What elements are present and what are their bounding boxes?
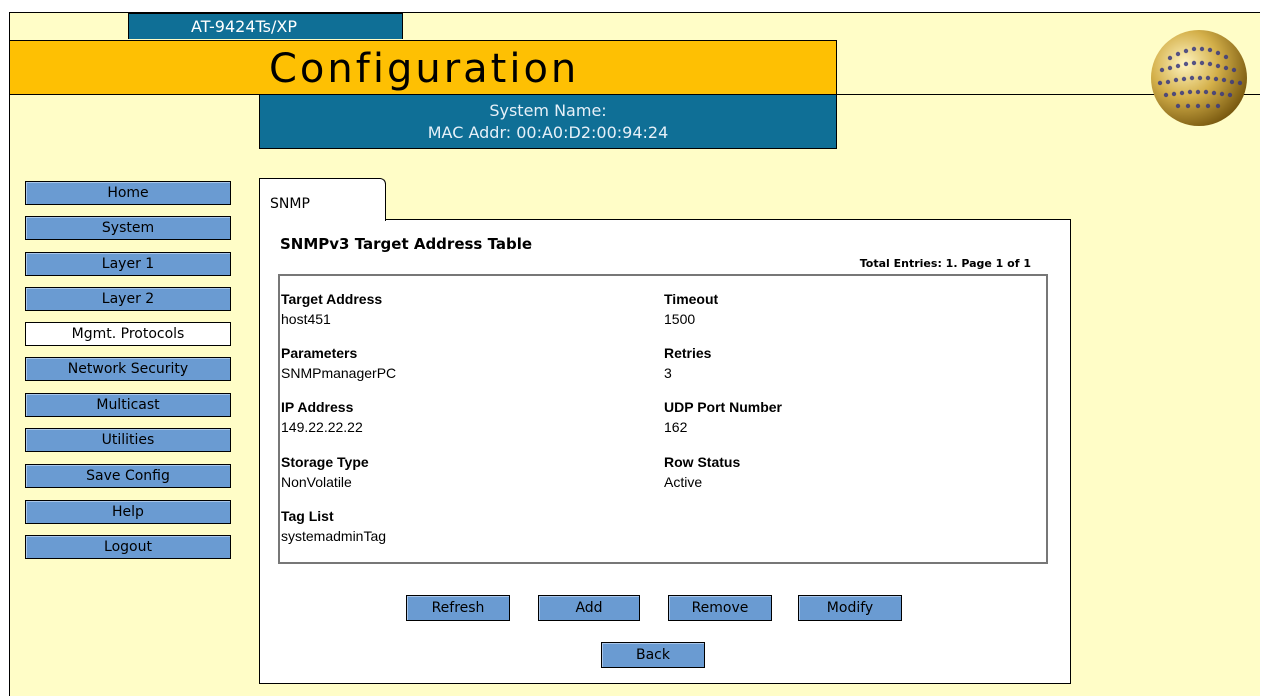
sidebar-item-logout[interactable]: Logout (25, 535, 231, 559)
ip-address-label: IP Address (281, 399, 354, 415)
model-label: AT-9424Ts/XP (128, 13, 403, 39)
sidebar-item-utilities[interactable]: Utilities (25, 428, 231, 452)
storage-type-value: NonVolatile (281, 474, 352, 490)
row-status-label: Row Status (664, 454, 741, 470)
target-address-details (278, 274, 1048, 564)
sidebar-item-mgmt-protocols[interactable]: Mgmt. Protocols (25, 322, 231, 346)
mac-address-text: MAC Addr: 00:A0:D2:00:94:24 (427, 123, 669, 142)
globe-logo-icon (1151, 30, 1247, 126)
tag-list-value: systemadminTag (281, 528, 387, 544)
system-name-text: System Name: (489, 101, 607, 120)
row-status-value: Active (664, 474, 703, 490)
retries-label: Retries (664, 345, 712, 361)
ip-address-value: 149.22.22.22 (281, 419, 363, 435)
total-entries: Total Entries: 1. Page 1 of 1 (859, 257, 1031, 270)
target-address-value: host451 (281, 311, 331, 327)
remove-button[interactable]: Remove (668, 595, 772, 621)
modify-button[interactable]: Modify (798, 595, 902, 621)
sidebar-item-layer-2[interactable]: Layer 2 (25, 287, 231, 311)
parameters-label: Parameters (281, 345, 358, 361)
tag-list-label: Tag List (281, 508, 334, 524)
sidebar-item-layer-1[interactable]: Layer 1 (25, 252, 231, 276)
panel-title: SNMPv3 Target Address Table (280, 235, 533, 253)
sidebar-item-network-security[interactable]: Network Security (25, 357, 231, 381)
sidebar-item-save-config[interactable]: Save Config (25, 464, 231, 488)
retries-value: 3 (664, 365, 672, 381)
target-address-label: Target Address (281, 291, 383, 307)
refresh-button[interactable]: Refresh (406, 595, 510, 621)
parameters-value: SNMPmanagerPC (281, 365, 397, 381)
timeout-label: Timeout (664, 291, 719, 307)
timeout-value: 1500 (664, 311, 696, 327)
storage-type-label: Storage Type (281, 454, 369, 470)
sidebar-item-system[interactable]: System (25, 216, 231, 240)
add-button[interactable]: Add (538, 595, 640, 621)
back-button[interactable]: Back (601, 642, 705, 668)
udp-port-value: 162 (664, 419, 688, 435)
sidebar-item-help[interactable]: Help (25, 500, 231, 524)
tab-snmp[interactable]: SNMP (259, 178, 386, 221)
system-info-bar: System Name: MAC Addr: 00:A0:D2:00:94:24 (259, 95, 837, 149)
udp-port-label: UDP Port Number (664, 399, 782, 415)
page-title: Configuration (269, 46, 580, 92)
sidebar-item-multicast[interactable]: Multicast (25, 393, 231, 417)
sidebar-item-home[interactable]: Home (25, 181, 231, 205)
